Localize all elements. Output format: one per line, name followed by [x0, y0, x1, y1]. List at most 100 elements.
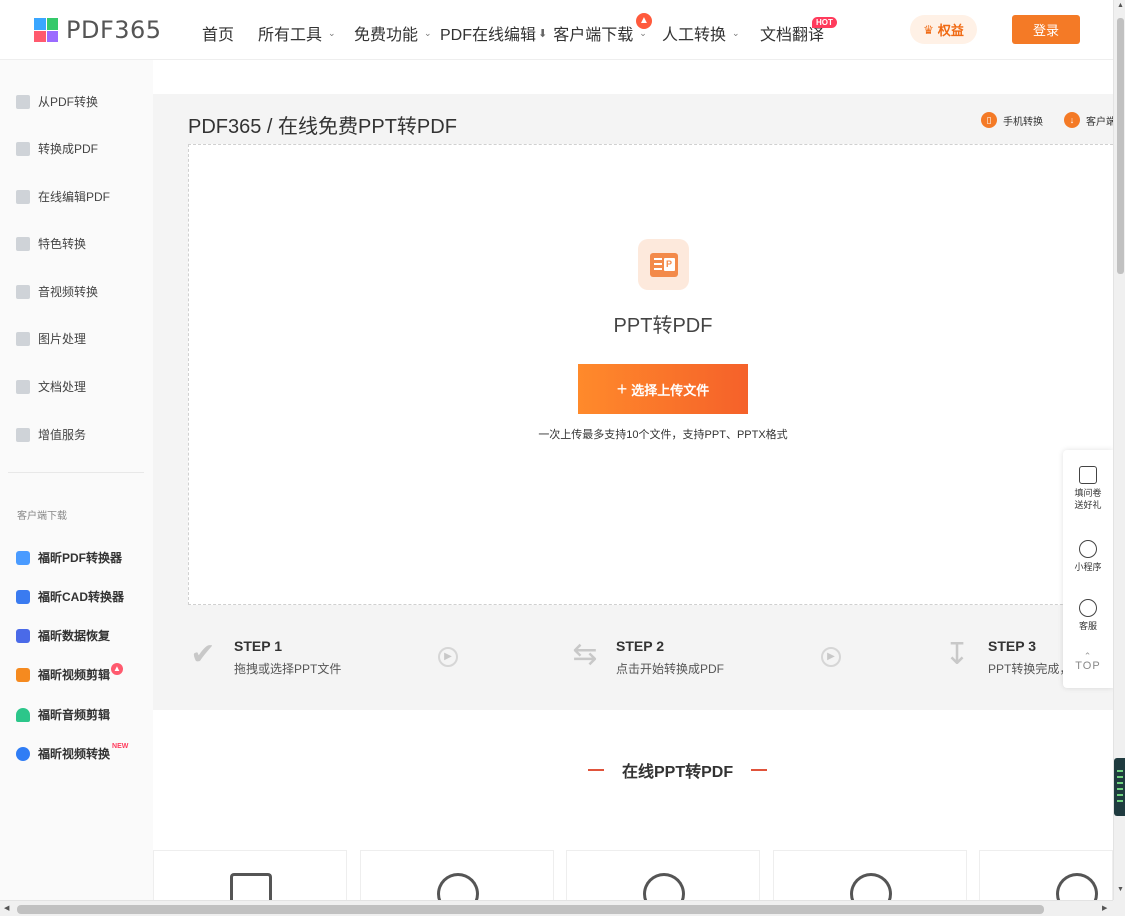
app-label: 福昕视频剪辑	[38, 668, 111, 682]
download-tray-icon: ↧	[944, 638, 970, 671]
file-p-icon	[16, 141, 30, 156]
download-icon: ⬇	[538, 27, 548, 40]
scroll-left-arrow-icon[interactable]: ◀	[4, 904, 9, 912]
scroll-right-arrow-icon[interactable]: ▶	[1102, 904, 1107, 912]
section-title: 在线PPT转PDF	[570, 758, 785, 782]
nav-client-download[interactable]: ⬇ 客户端下载 ⌄	[538, 21, 647, 45]
nav-all-tools-label: 所有工具	[258, 27, 323, 44]
section-title-text: 在线PPT转PDF	[622, 764, 734, 781]
edit-icon	[16, 189, 30, 204]
app-label: 福昕CAD转换器	[38, 590, 124, 604]
audio-editor-icon	[16, 707, 30, 722]
customer-service-button[interactable]: 客服	[1063, 599, 1113, 632]
survey-button[interactable]: 填问卷送好礼	[1063, 466, 1113, 511]
step-2: ⇆ STEP 2 点击开始转换成PDF	[568, 638, 724, 677]
title-dash	[588, 769, 604, 771]
sidebar-item-av[interactable]: 音视频转换	[16, 283, 98, 300]
sidebar-item-label: 音视频转换	[38, 285, 99, 299]
app-label: 福昕音频剪辑	[38, 708, 111, 722]
crown-icon: ♛	[923, 22, 934, 37]
sidebar-item-label: 图片处理	[38, 332, 87, 346]
app-video-converter[interactable]: 福昕视频转换 NEW	[16, 743, 128, 762]
convert-icon	[16, 94, 30, 109]
sidebar-item-image[interactable]: 图片处理	[16, 330, 86, 347]
download-icon: ↓	[1064, 112, 1080, 128]
benefits-button[interactable]: ♛ 权益	[910, 15, 977, 44]
horizontal-scroll-thumb[interactable]	[17, 905, 1044, 914]
sidebar-item-doc[interactable]: 文档处理	[16, 378, 86, 395]
app-pdf-converter[interactable]: 福昕PDF转换器	[16, 549, 122, 566]
sidebar-item-edit-pdf[interactable]: 在线编辑PDF	[16, 188, 110, 205]
side-widget[interactable]	[1114, 758, 1125, 816]
sidebar-item-vas[interactable]: 增值服务	[16, 426, 86, 443]
document-icon	[16, 379, 30, 394]
step-desc: 点击开始转换成PDF	[616, 662, 725, 676]
video-icon	[16, 284, 30, 299]
chevron-down-icon: ⌄	[732, 27, 740, 38]
video-converter-icon	[16, 746, 30, 761]
scrollbar-corner	[1113, 900, 1125, 916]
app-video-editor[interactable]: 福昕视频剪辑 ▲	[16, 662, 124, 683]
sidebar-item-label: 增值服务	[38, 428, 87, 442]
swap-icon: ⇆	[572, 638, 598, 671]
sidebar-item-label: 特色转换	[38, 237, 87, 251]
float-panel: 填问卷送好礼 小程序 客服 ⌃ TOP	[1063, 450, 1113, 688]
shield-icon	[16, 236, 30, 251]
sidebar-item-special[interactable]: 特色转换	[16, 235, 86, 252]
image-icon	[16, 331, 30, 346]
nav-pdf-online-edit[interactable]: PDF在线编辑	[440, 21, 536, 45]
plus-icon: +	[616, 378, 628, 399]
app-label: 福昕PDF转换器	[38, 551, 123, 565]
logo-icon	[34, 18, 58, 42]
scroll-up-arrow-icon[interactable]: ▲	[1117, 2, 1124, 9]
mini-program-label: 小程序	[1074, 562, 1102, 572]
logo[interactable]: PDF365	[34, 16, 162, 44]
step-title: STEP 3	[988, 638, 1036, 654]
vertical-scroll-thumb[interactable]	[1117, 18, 1124, 274]
scroll-down-arrow-icon[interactable]: ▼	[1117, 886, 1124, 893]
list-icon	[16, 427, 30, 442]
mini-program-button[interactable]: 小程序	[1063, 540, 1113, 573]
sidebar-section-title: 客户端下载	[17, 511, 67, 522]
title-dash	[751, 769, 768, 771]
survey-label: 填问卷送好礼	[1074, 488, 1102, 510]
horizontal-scrollbar[interactable]: ◀ ▶	[0, 900, 1113, 916]
nav-home[interactable]: 首页	[202, 21, 234, 45]
nav-client-download-label: 客户端下载	[553, 27, 634, 44]
nav-manual-convert[interactable]: 人工转换 ⌄	[662, 21, 740, 45]
chevron-down-icon: ⌄	[328, 27, 336, 38]
sidebar-divider	[8, 472, 144, 473]
nav-free-features[interactable]: 免费功能 ⌄	[354, 21, 432, 45]
survey-icon	[1079, 466, 1097, 484]
sidebar-item-to-pdf[interactable]: 转换成PDF	[16, 140, 98, 157]
app-audio-editor[interactable]: 福昕音频剪辑	[16, 706, 110, 723]
login-button[interactable]: 登录	[1012, 15, 1080, 44]
fire-icon: ▲	[636, 13, 652, 29]
app-label: 福昕视频转换	[38, 747, 111, 761]
nav-all-tools[interactable]: 所有工具 ⌄	[258, 21, 336, 45]
data-recovery-icon	[16, 628, 30, 643]
customer-service-label: 客服	[1078, 621, 1097, 631]
headset-icon	[1079, 599, 1097, 617]
client-link[interactable]: ↓ 客户端	[1064, 112, 1116, 128]
sidebar-item-label: 在线编辑PDF	[38, 190, 111, 204]
back-to-top-button[interactable]: ⌃ TOP	[1063, 652, 1113, 673]
sidebar-item-label: 文档处理	[38, 380, 87, 394]
app-cad-converter[interactable]: 福昕CAD转换器	[16, 588, 124, 605]
logo-text: PDF365	[66, 16, 162, 44]
step-title: STEP 2	[616, 638, 664, 654]
mobile-convert-link[interactable]: ▯ 手机转换	[981, 112, 1043, 128]
step-1: ✔ STEP 1 拖拽或选择PPT文件	[186, 638, 341, 677]
chevron-right-icon: ▶	[438, 647, 458, 667]
tool-title: PPT转PDF	[613, 315, 713, 337]
cad-converter-icon	[16, 589, 30, 604]
mobile-icon: ▯	[981, 112, 997, 128]
hot-badge: HOT	[812, 17, 837, 28]
nav-manual-convert-label: 人工转换	[662, 27, 727, 44]
sidebar-item-from-pdf[interactable]: 从PDF转换	[16, 93, 98, 110]
step-3: ↧ STEP 3 PPT转换完成，	[940, 638, 1071, 677]
chevron-down-icon: ⌄	[639, 27, 647, 38]
app-data-recovery[interactable]: 福昕数据恢复	[16, 627, 110, 644]
upload-file-button[interactable]: + 选择上传文件	[578, 364, 748, 414]
top-header: PDF365 首页 所有工具 ⌄ 免费功能 ⌄ PDF在线编辑 ⬇ 客户端下载 ⌄ ▲ …	[0, 0, 1113, 60]
